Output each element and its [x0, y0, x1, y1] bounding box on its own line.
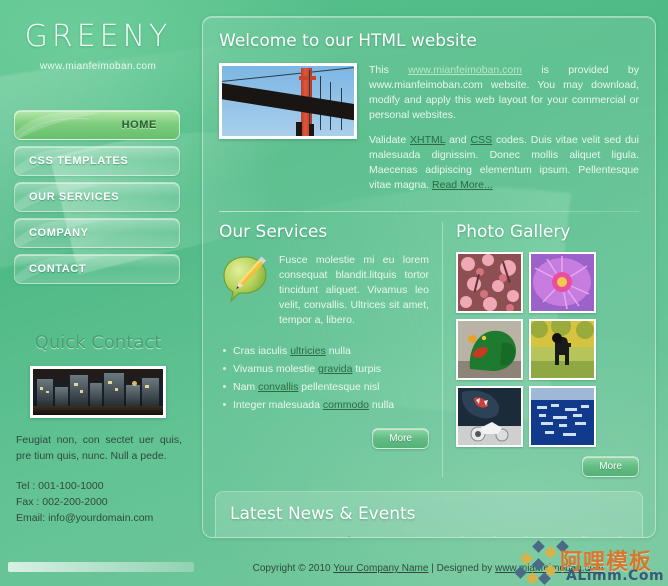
nav-label: COMPANY: [29, 227, 89, 239]
sidebar: GREENY www.mianfeimoban.com HOME CSS TEM…: [0, 0, 196, 586]
read-more-link[interactable]: Read More...: [432, 179, 493, 191]
sidebar-bottom-bar: [8, 562, 194, 572]
list-item: Vivamus molestie gravida turpis: [223, 360, 429, 378]
item-pre: Vivamus molestie: [233, 363, 319, 375]
services-intro: Fusce molestie mi eu lorem consequat bla…: [279, 254, 429, 326]
services-heading: Our Services: [219, 222, 328, 242]
footer-designer-link[interactable]: www.mianfeimoban.com: [495, 563, 603, 574]
service-link[interactable]: commodo: [323, 399, 369, 411]
quick-contact-email: Email: info@yourdomain.com: [16, 512, 154, 524]
welcome-p2-mid: and: [445, 134, 471, 146]
pencil-speech-bubble-icon: [219, 253, 271, 305]
gallery-more-button[interactable]: More: [582, 456, 639, 477]
news-p1-body: non, consectetuer quis, pretium quis, nu…: [324, 535, 628, 537]
item-pre: Cras iaculis: [233, 345, 291, 357]
services-section: Our Services Fusce molestie mi eu lorem …: [219, 222, 443, 477]
nav-label: OUR SERVICES: [29, 191, 120, 203]
xhtml-link[interactable]: XHTML: [410, 134, 445, 146]
footer-separator: | Designed by: [428, 563, 495, 574]
nav-item-contact[interactable]: CONTACT: [14, 254, 180, 284]
list-item: Cras iaculis ultricies nulla: [223, 342, 429, 360]
services-list: Cras iaculis ultricies nulla Vivamus mol…: [219, 342, 429, 414]
nav-item-our-services[interactable]: OUR SERVICES: [14, 182, 180, 212]
gallery-thumb-graffiti-scooter[interactable]: [456, 386, 523, 447]
item-post: pellentesque nisl: [298, 381, 380, 393]
services-more-button[interactable]: More: [372, 428, 429, 449]
item-pre: Nam: [233, 381, 259, 393]
nav-label: HOME: [121, 119, 157, 131]
person-pencil-icon: [230, 534, 314, 537]
gallery-thumb-blossom[interactable]: [456, 252, 523, 313]
list-item: Nam convallis pellentesque nisl: [223, 378, 429, 396]
quick-contact-fax: Fax : 002-200-2000: [16, 496, 108, 508]
service-link[interactable]: ultricies: [290, 345, 326, 357]
item-pre: Integer malesuada: [233, 399, 323, 411]
welcome-p1-pre: This: [369, 64, 409, 76]
quick-contact-photo: [30, 366, 166, 418]
gallery-thumb-dog[interactable]: [529, 319, 596, 380]
service-link[interactable]: gravida: [318, 363, 352, 375]
site-logo: GREENY: [24, 19, 172, 54]
gallery-grid: [456, 252, 639, 447]
site-logo-subtitle: www.mianfeimoban.com: [39, 61, 157, 72]
welcome-p2-pre: Validate: [369, 134, 411, 146]
feugiat-link[interactable]: Feugiat: [324, 535, 359, 537]
welcome-paragraph-2: Validate XHTML and CSS codes. Duis vitae…: [369, 133, 639, 193]
main-content-panel: Welcome to our HTML website This www.mia…: [202, 16, 656, 538]
middle-row: Our Services Fusce molestie mi eu lorem …: [203, 212, 655, 477]
gallery-thumb-lotus[interactable]: [529, 252, 596, 313]
gallery-thumb-night-lights[interactable]: [529, 386, 596, 447]
nav-item-css-templates[interactable]: CSS TEMPLATES: [14, 146, 180, 176]
news-heading: Latest News & Events: [230, 504, 416, 524]
item-post: nulla: [369, 399, 395, 411]
quick-contact-tel: Tel : 001-100-1000: [16, 480, 104, 492]
gallery-section: Photo Gallery More: [443, 222, 639, 477]
nav-label: CSS TEMPLATES: [29, 155, 129, 167]
site-logo-block: GREENY www.mianfeimoban.com: [0, 0, 196, 73]
welcome-paragraph-1: This www.mianfeimoban.com is provided by…: [369, 63, 639, 123]
quick-contact-details: Tel : 001-100-1000 Fax : 002-200-2000 Em…: [16, 478, 196, 526]
quick-contact-text: Feugiat non, con sectet uer quis, pre ti…: [16, 434, 182, 462]
news-text: Feugiat non, consectetuer quis, pretium …: [324, 534, 628, 537]
quick-contact-heading: Quick Contact: [34, 332, 162, 353]
list-item: Integer malesuada commodo nulla: [223, 396, 429, 414]
welcome-text: This www.mianfeimoban.com is provided by…: [369, 63, 639, 203]
news-section: Latest News & Events: [215, 491, 643, 537]
gallery-thumb-parrot[interactable]: [456, 319, 523, 380]
footer: Copyright © 2010 Your Company Name | Des…: [202, 552, 654, 586]
quick-contact-section: Quick Contact Feugiat non, con sectet ue…: [0, 332, 196, 526]
news-paragraph-1: Feugiat non, consectetuer quis, pretium …: [324, 534, 628, 537]
nav-item-home[interactable]: HOME: [14, 110, 180, 140]
footer-copyright: Copyright © 2010: [252, 563, 334, 574]
item-post: turpis: [352, 363, 382, 375]
gallery-heading: Photo Gallery: [456, 222, 571, 242]
welcome-heading: Welcome to our HTML website: [219, 31, 477, 51]
welcome-section: Welcome to our HTML website This www.mia…: [203, 17, 655, 203]
welcome-image: [219, 63, 357, 139]
nav-item-company[interactable]: COMPANY: [14, 218, 180, 248]
page-root: GREENY www.mianfeimoban.com HOME CSS TEM…: [0, 0, 668, 586]
css-link[interactable]: CSS: [470, 134, 492, 146]
nav-label: CONTACT: [29, 263, 87, 275]
item-post: nulla: [325, 345, 351, 357]
welcome-site-link[interactable]: www.mianfeimoban.com: [408, 64, 522, 76]
service-link[interactable]: convallis: [258, 381, 298, 393]
main-navigation: HOME CSS TEMPLATES OUR SERVICES COMPANY: [14, 110, 180, 284]
leaf-icon: [15, 111, 101, 139]
footer-company-link[interactable]: Your Company Name: [333, 563, 428, 574]
